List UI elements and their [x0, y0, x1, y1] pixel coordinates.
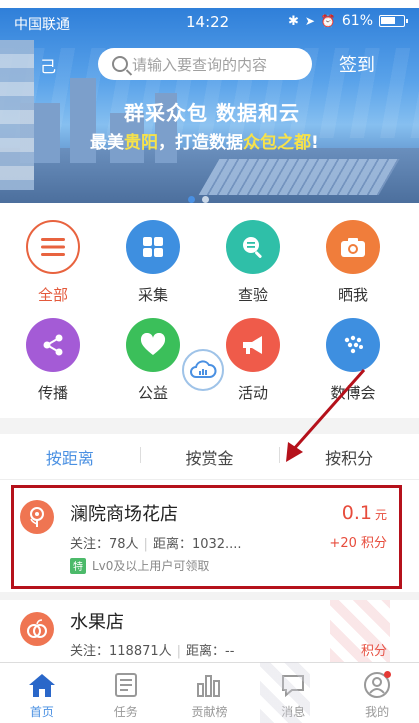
cloud-data-icon[interactable]	[182, 349, 224, 391]
category-charity[interactable]: 公益	[118, 318, 188, 403]
search-placeholder: 请输入要查询的内容	[132, 55, 268, 74]
category-label: 全部	[37, 286, 68, 304]
shop-name: 水果店	[70, 612, 124, 633]
category-label: 公益	[137, 384, 168, 402]
category-label: 数博会	[330, 384, 376, 402]
category-activity[interactable]: 活动	[218, 318, 288, 403]
location-icon: ➤	[304, 14, 315, 28]
mosaic-watermark	[260, 662, 310, 723]
mosaic-blur	[0, 40, 34, 190]
carrier-name: 中国联通	[14, 17, 70, 33]
banner-pager[interactable]	[188, 196, 209, 203]
status-time: 14:22	[186, 13, 230, 31]
list-divider	[0, 592, 419, 600]
nav-label: 任务	[113, 705, 138, 719]
status-right: ✱ ➤ ⏰ 61%	[287, 13, 408, 29]
category-collect[interactable]: 采集	[118, 220, 188, 305]
nav-leaderboard[interactable]: 贡献榜	[168, 663, 252, 723]
category-all[interactable]: 全部	[18, 220, 88, 305]
bottom-nav: 首页 任务 贡献榜 消息 我的	[0, 662, 419, 723]
mosaic-watermark	[330, 600, 390, 662]
user-icon	[362, 671, 392, 699]
nav-label: 贡献榜	[191, 705, 228, 719]
nav-me[interactable]: 我的	[335, 663, 419, 723]
shop-meta: 关注：118871人 | 距离：--	[70, 644, 235, 659]
fruit-shop-icon	[20, 612, 54, 646]
home-icon	[27, 671, 57, 699]
category-label: 活动	[237, 384, 268, 402]
magnifier-icon	[226, 220, 280, 274]
nav-home[interactable]: 首页	[0, 663, 84, 723]
search-icon	[112, 56, 128, 72]
battery-icon	[379, 15, 408, 27]
category-spread[interactable]: 传播	[18, 318, 88, 403]
nav-label: 首页	[29, 705, 54, 719]
share-icon	[26, 318, 80, 372]
signin-button[interactable]: 签到	[339, 51, 375, 77]
camera-icon	[326, 220, 380, 274]
category-expo[interactable]: 数博会	[318, 318, 388, 403]
tab-by-distance[interactable]: 按距离	[0, 445, 140, 469]
banner-solar-field	[198, 159, 400, 195]
category-label: 采集	[137, 286, 168, 304]
tab-by-points[interactable]: 按积分	[279, 445, 419, 469]
heart-icon	[126, 318, 180, 372]
battery-percent: 61%	[341, 13, 373, 29]
bluetooth-icon: ✱	[287, 13, 299, 29]
task-icon	[111, 671, 141, 699]
bar-chart-icon	[194, 671, 224, 699]
banner-slogan-main: 群采众包 数据和云	[124, 101, 300, 125]
banner-slogan-sub: 最美贵阳，打造数据众包之都!	[90, 133, 319, 153]
menu-icon	[26, 220, 80, 274]
nav-tasks[interactable]: 任务	[84, 663, 168, 723]
sort-tabs: 按距离 按赏金 按积分	[0, 434, 419, 480]
expo-icon	[326, 318, 380, 372]
pager-dot[interactable]	[202, 196, 209, 203]
category-label: 晒我	[337, 286, 368, 304]
annotation-box	[11, 485, 402, 589]
location-label[interactable]: 己	[40, 53, 56, 77]
header-banner[interactable]: 中国联通 14:22 ✱ ➤ ⏰ 61% 己 请输入要查询的内容 签到 群采众包…	[0, 8, 419, 203]
category-verify[interactable]: 查验	[218, 220, 288, 305]
category-label: 传播	[37, 384, 68, 402]
section-separator	[0, 418, 419, 434]
megaphone-icon	[226, 318, 280, 372]
status-bar: 中国联通 14:22 ✱ ➤ ⏰ 61%	[0, 8, 419, 34]
alarm-icon: ⏰	[320, 14, 336, 28]
cropped-caption	[0, 0, 419, 8]
search-input[interactable]: 请输入要查询的内容	[98, 48, 312, 80]
grid-icon	[126, 220, 180, 274]
pager-dot[interactable]	[188, 196, 195, 203]
nav-label: 我的	[365, 705, 390, 719]
tab-by-reward[interactable]: 按赏金	[139, 445, 280, 469]
category-label: 查验	[237, 286, 268, 304]
category-showme[interactable]: 晒我	[318, 220, 388, 305]
